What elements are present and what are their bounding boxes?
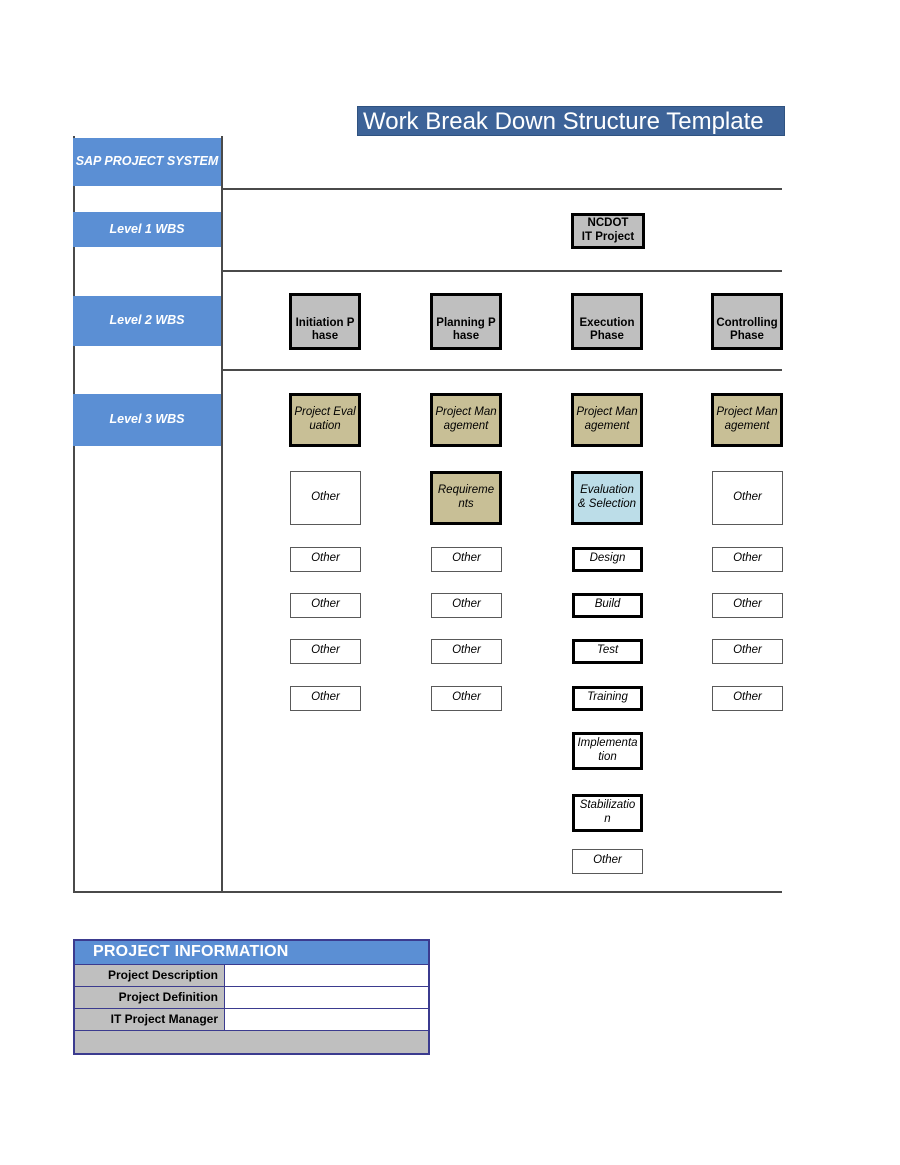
- wbs-node-label: Other: [311, 644, 340, 657]
- sidebar-item-level-1-wbs: Level 1 WBS: [73, 212, 221, 247]
- project-information-header: PROJECT INFORMATION: [75, 941, 428, 965]
- diagram-divider-level2: [221, 270, 782, 272]
- wbs-node-label: Project Evaluation: [294, 405, 356, 432]
- wbs-node-label: Design: [589, 552, 626, 565]
- wbs-node-label: Project Management: [435, 405, 497, 432]
- wbs-node-level3-c3-r7[interactable]: Implementation: [572, 732, 643, 770]
- diagram-frame: [73, 136, 782, 893]
- wbs-node-label: Stabilization: [579, 798, 636, 825]
- wbs-node-level3-c1-r1[interactable]: Project Evaluation: [289, 393, 361, 447]
- wbs-node-label: Initiation Phase: [295, 316, 355, 343]
- wbs-node-label-line2: IT Project: [581, 230, 635, 243]
- wbs-node-level3-c2-r1[interactable]: Project Management: [430, 393, 502, 447]
- sidebar-item-label: Level 2 WBS: [109, 313, 185, 328]
- wbs-node-label: Other: [452, 598, 481, 611]
- wbs-node-label: Test: [596, 644, 619, 657]
- table-row: Project Definition: [75, 987, 428, 1009]
- wbs-node-level3-c3-r6[interactable]: Training: [572, 686, 643, 711]
- project-description-label: Project Description: [75, 965, 225, 986]
- wbs-node-label: Other: [733, 691, 762, 704]
- wbs-node-level2-planning-phase[interactable]: Planning Phase: [430, 293, 502, 350]
- wbs-node-level3-c1-r3[interactable]: Other: [290, 547, 361, 572]
- project-definition-label: Project Definition: [75, 987, 225, 1008]
- wbs-node-level3-c4-r3[interactable]: Other: [712, 547, 783, 572]
- sidebar-item-level-2-wbs: Level 2 WBS: [73, 296, 221, 346]
- wbs-node-level3-c3-r5[interactable]: Test: [572, 639, 643, 664]
- wbs-node-label: Other: [452, 691, 481, 704]
- wbs-node-label: Other: [311, 691, 340, 704]
- wbs-node-label: Other: [311, 552, 340, 565]
- wbs-node-level3-c1-r2[interactable]: Other: [290, 471, 361, 525]
- wbs-node-level3-c3-r8[interactable]: Stabilization: [572, 794, 643, 832]
- wbs-node-level1[interactable]: NCDOT IT Project: [571, 213, 645, 249]
- wbs-node-label: Project Management: [716, 405, 778, 432]
- wbs-node-label-line1: NCDOT: [587, 216, 629, 229]
- wbs-node-label: Other: [311, 598, 340, 611]
- wbs-node-label: Controlling Phase: [716, 316, 778, 343]
- wbs-node-label: Project Management: [576, 405, 638, 432]
- sidebar-item-label: Level 3 WBS: [109, 412, 185, 427]
- wbs-node-level3-c4-r5[interactable]: Other: [712, 639, 783, 664]
- table-row: IT Project Manager: [75, 1009, 428, 1031]
- page-title: Work Break Down Structure Template: [357, 106, 785, 136]
- wbs-node-label: Other: [733, 644, 762, 657]
- wbs-node-level3-c3-r3[interactable]: Design: [572, 547, 643, 572]
- wbs-node-label: Other: [733, 598, 762, 611]
- wbs-node-label: Other: [452, 552, 481, 565]
- wbs-node-level3-c2-r4[interactable]: Other: [431, 593, 502, 618]
- table-row: Project Description: [75, 965, 428, 987]
- wbs-node-label: Other: [733, 552, 762, 565]
- wbs-node-label: Execution Phase: [579, 316, 635, 343]
- project-information-footer-row: [75, 1031, 428, 1053]
- wbs-node-label: Other: [593, 854, 622, 867]
- sidebar-item-label: SAP PROJECT SYSTEM: [75, 154, 219, 169]
- project-definition-field[interactable]: [225, 987, 428, 1008]
- sidebar-item-label: Level 1 WBS: [109, 221, 185, 236]
- wbs-node-level3-c3-r4[interactable]: Build: [572, 593, 643, 618]
- wbs-node-level3-c1-r5[interactable]: Other: [290, 639, 361, 664]
- wbs-node-label: Build: [594, 598, 621, 611]
- wbs-node-level3-c4-r4[interactable]: Other: [712, 593, 783, 618]
- wbs-node-level2-execution-phase[interactable]: Execution Phase: [571, 293, 643, 350]
- wbs-node-label: Requirements: [437, 483, 495, 510]
- wbs-node-level3-c2-r2[interactable]: Requirements: [430, 471, 502, 525]
- wbs-node-level3-c1-r6[interactable]: Other: [290, 686, 361, 711]
- wbs-node-level3-c2-r5[interactable]: Other: [431, 639, 502, 664]
- wbs-node-label: Implementation: [577, 736, 638, 763]
- it-project-manager-field[interactable]: [225, 1009, 428, 1030]
- wbs-node-level3-c2-r3[interactable]: Other: [431, 547, 502, 572]
- diagram-divider-level1: [221, 188, 782, 190]
- wbs-node-level3-c4-r6[interactable]: Other: [712, 686, 783, 711]
- wbs-node-level3-c1-r4[interactable]: Other: [290, 593, 361, 618]
- wbs-template-page: Work Break Down Structure Template SAP P…: [0, 0, 900, 1165]
- diagram-vertical-divider: [221, 136, 223, 893]
- wbs-node-label: Other: [452, 644, 481, 657]
- sidebar-item-sap-project-system: SAP PROJECT SYSTEM: [73, 138, 221, 186]
- diagram-divider-level3: [221, 369, 782, 371]
- wbs-node-level3-c2-r6[interactable]: Other: [431, 686, 502, 711]
- wbs-node-level3-c3-r1[interactable]: Project Management: [571, 393, 643, 447]
- wbs-node-label: Training: [587, 691, 628, 704]
- wbs-node-label: Other: [733, 490, 762, 503]
- wbs-node-level2-controlling-phase[interactable]: Controlling Phase: [711, 293, 783, 350]
- wbs-node-level3-c3-r9[interactable]: Other: [572, 849, 643, 874]
- wbs-node-level3-c4-r2[interactable]: Other: [712, 471, 783, 525]
- project-information-table: PROJECT INFORMATION Project Description …: [73, 939, 430, 1055]
- wbs-node-label: Other: [311, 490, 340, 503]
- wbs-node-label: Planning Phase: [436, 316, 496, 343]
- project-description-field[interactable]: [225, 965, 428, 986]
- wbs-node-level2-initiation-phase[interactable]: Initiation Phase: [289, 293, 361, 350]
- it-project-manager-label: IT Project Manager: [75, 1009, 225, 1030]
- sidebar-item-level-3-wbs: Level 3 WBS: [73, 394, 221, 446]
- wbs-node-label: Evaluation & Selection: [577, 483, 637, 510]
- wbs-node-level3-c4-r1[interactable]: Project Management: [711, 393, 783, 447]
- wbs-node-level3-c3-r2[interactable]: Evaluation & Selection: [571, 471, 643, 525]
